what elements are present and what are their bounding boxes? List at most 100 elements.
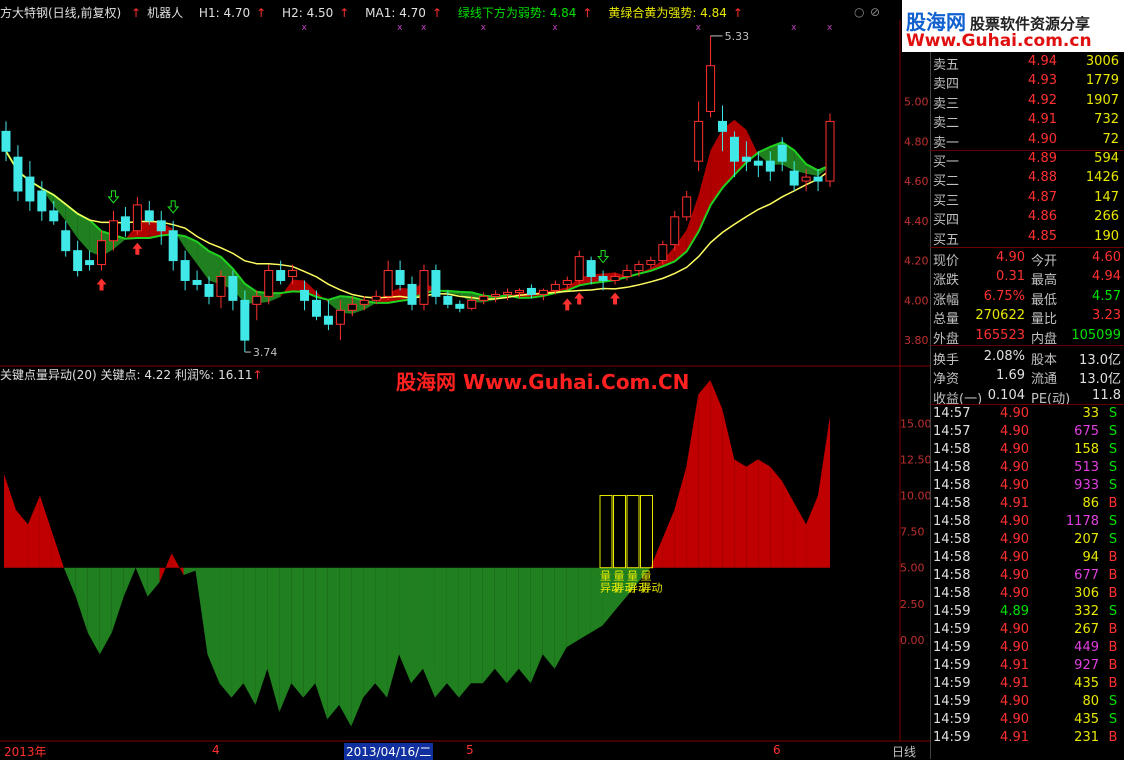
indicator-area [770,466,783,568]
low-label: 3.74 [253,346,278,359]
indicator-axis-label: 12.50 [900,453,930,466]
volume-anomaly-bar [613,495,626,569]
order-book-row[interactable]: 卖二 4.91 732 [933,112,1123,131]
tick-row[interactable]: 14:58 4.90 207 S [933,532,1123,550]
tick-price: 4.91 [1000,676,1029,691]
volume-anomaly-label: 异动 [641,582,663,595]
order-book-row[interactable]: 买二 4.88 1426 [933,170,1123,189]
tick-row[interactable]: 14:59 4.90 80 S [933,694,1123,712]
axis-period[interactable]: 日线 [892,743,916,760]
site-logo: 股海网 股票软件资源分享 Www.Guhai.com.cn [902,0,1124,52]
indicator-area [243,567,256,705]
candle-body [73,250,83,272]
stock-title: 方大特钢(日线,前复权) [0,6,122,20]
kline-chart-area[interactable]: 5.00 4.80 4.60 4.40 4.20 4.00 3.80 5.33 3.74 x x x x… [0,0,930,760]
candle-body [132,204,142,232]
top-marker: x [696,23,702,33]
tick-row[interactable]: 14:59 4.91 927 B [933,658,1123,676]
candle-body [144,210,154,222]
order-book-row[interactable]: 买四 4.86 266 [933,209,1123,228]
tick-row[interactable]: 14:59 4.90 267 B [933,622,1123,640]
indicator-area [111,567,124,633]
order-book-row[interactable]: 卖四 4.93 1779 [933,73,1123,93]
tick-volume: 675 [1074,424,1099,439]
tick-volume: 207 [1074,532,1099,547]
order-level-label: 卖四 [933,77,960,93]
quote-label: 量比 [1031,312,1058,328]
volume-anomaly-bar [599,495,613,569]
candle-body [25,176,35,202]
tick-row[interactable]: 14:59 4.89 332 S [933,604,1123,622]
tick-row[interactable]: 14:58 4.90 677 B [933,568,1123,586]
tick-side: B [1108,676,1118,691]
candle-body [825,120,835,182]
tick-row[interactable]: 14:58 4.90 513 S [933,460,1123,478]
indicator-area [279,567,292,713]
indicator-area [758,459,771,568]
tick-row[interactable]: 14:59 4.90 435 S [933,712,1123,730]
quote-label: 今开 [1031,254,1058,269]
indicator-area [231,567,244,698]
tick-time: 14:58 [933,460,971,475]
tick-volume: 94 [1082,550,1099,565]
tick-time: 14:58 [933,586,971,601]
tick-side: S [1108,694,1118,709]
buy-arrow-icon [574,292,585,305]
price-axis-label: 4.40 [904,215,929,228]
order-volume: 190 [1094,228,1119,244]
tick-row[interactable]: 14:57 4.90 675 S [933,424,1123,442]
indicator-area [806,495,819,568]
candle-body [252,295,262,305]
order-book-row[interactable]: 卖三 4.92 1907 [933,93,1123,112]
quote-row: 涨幅 6.75% 最低 4.57 [933,289,1123,308]
tick-row[interactable]: 14:58 4.91 86 B [933,496,1123,514]
tick-row[interactable]: 14:57 4.90 33 S [933,406,1123,424]
quote-value: 0.31 [996,269,1025,285]
sell-arrow-icon [167,200,180,214]
tick-row[interactable]: 14:59 4.91 435 B [933,676,1123,694]
trend-band [710,128,723,206]
order-book-row[interactable]: 卖一 4.90 72 [933,131,1123,151]
axis-month-4: 4 [212,743,220,757]
candle-body [706,65,716,112]
candle-body [97,240,107,266]
candle-body [526,287,536,295]
order-level-label: 买五 [933,232,960,248]
order-book-row[interactable]: 买五 4.85 190 [933,228,1123,248]
tick-row[interactable]: 14:58 4.90 933 S [933,478,1123,496]
indicator-area [494,567,507,684]
order-book-row[interactable]: 买三 4.87 147 [933,189,1123,209]
order-book-row[interactable]: 买一 4.89 594 [933,151,1123,170]
tick-price: 4.90 [1000,550,1029,565]
tick-row[interactable]: 14:59 4.90 449 B [933,640,1123,658]
volume-anomaly-bar [640,495,653,569]
indicator-area [470,567,483,684]
candle-body [443,295,453,305]
tick-row[interactable]: 14:59 4.91 231 B [933,730,1123,748]
indicator-area [39,495,52,568]
indicator-profit: 利润%: 16.11 [174,368,253,382]
order-price: 4.86 [1028,209,1057,225]
quote-label: 最高 [1031,273,1058,289]
indicator-area [75,567,88,633]
tick-row[interactable]: 14:58 4.90 94 B [933,550,1123,568]
indicator-area [303,567,316,698]
tick-row[interactable]: 14:58 4.90 1178 S [933,514,1123,532]
tick-time: 14:58 [933,532,971,547]
tick-row[interactable]: 14:58 4.90 158 S [933,442,1123,460]
tick-volume: 1178 [1065,514,1099,529]
tick-time: 14:57 [933,406,971,421]
order-book-row[interactable]: 卖五 4.94 3006 [933,54,1123,73]
candle-body [120,216,130,232]
quote-label: 最低 [1031,292,1058,308]
tick-volume: 933 [1074,478,1099,493]
top-marker: x [397,23,403,33]
quote-label: 现价 [933,254,960,269]
tick-row[interactable]: 14:58 4.90 306 B [933,586,1123,604]
order-price: 4.90 [1028,131,1057,147]
indicator-area [255,567,268,705]
quote-value: 165523 [975,327,1025,343]
tick-price: 4.91 [1000,658,1029,673]
order-volume: 147 [1094,189,1119,205]
indicator-area [159,553,172,583]
